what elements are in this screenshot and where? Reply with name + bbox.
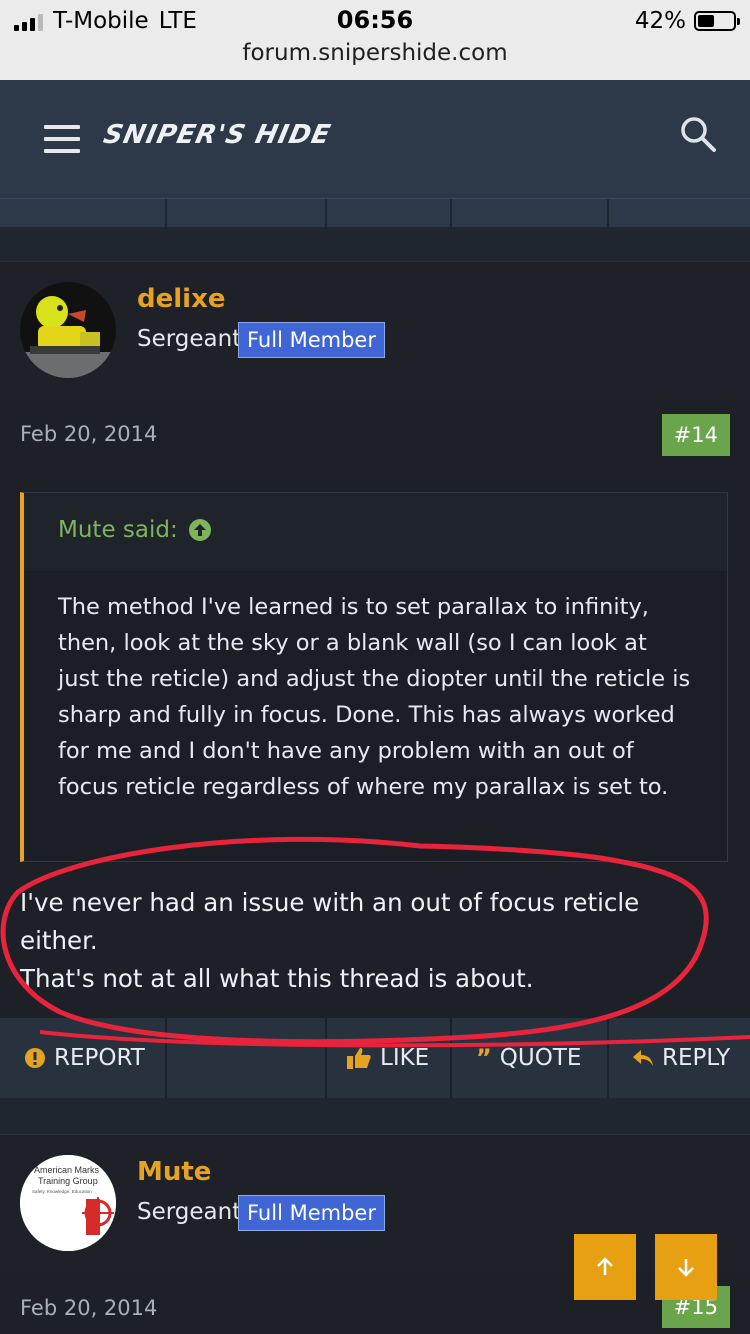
- avatar-logo-text: Training Group: [38, 1176, 98, 1186]
- quote-marks-icon: ”: [476, 1044, 492, 1072]
- hamburger-menu-icon[interactable]: [44, 125, 80, 153]
- quote-button[interactable]: ” QUOTE: [476, 1018, 581, 1098]
- arrow-down-icon: [678, 1259, 694, 1277]
- like-label: LIKE: [380, 1045, 430, 1071]
- post-message-line: That's not at all what this thread is ab…: [20, 964, 534, 993]
- post-separator: [0, 1098, 750, 1134]
- report-button[interactable]: REPORT: [24, 1018, 145, 1098]
- avatar-image: [20, 282, 116, 378]
- user-rank: Sergeant: [137, 1199, 242, 1225]
- member-badge: Full Member: [238, 1195, 385, 1231]
- user-rank: Sergeant: [137, 326, 242, 352]
- status-bar: T-Mobile LTE 06:56 42% forum.snipershide…: [0, 0, 750, 80]
- avatar-image: American Marks Training Group Safety. Kn…: [20, 1155, 116, 1251]
- user-block-pointer: [58, 387, 82, 399]
- reply-button[interactable]: REPLY: [632, 1018, 730, 1098]
- post-date[interactable]: Feb 20, 2014: [20, 1296, 157, 1320]
- quote-text: The method I've learned is to set parall…: [58, 594, 691, 800]
- member-badge: Full Member: [238, 322, 385, 358]
- thumbs-up-icon: [347, 1048, 371, 1069]
- battery-percent: 42%: [634, 8, 686, 34]
- quote-author-link[interactable]: Mute said:: [58, 517, 212, 543]
- avatar-logo-text: American Marks: [34, 1165, 100, 1175]
- post-username[interactable]: delixe: [137, 284, 225, 314]
- search-icon[interactable]: [678, 114, 718, 154]
- like-button[interactable]: LIKE: [346, 1018, 429, 1098]
- address-bar-url[interactable]: forum.snipershide.com: [0, 40, 750, 66]
- post-message-line: I've never had an issue with an out of f…: [20, 888, 640, 955]
- post-user-block: American Marks Training Group Safety. Kn…: [0, 1134, 750, 1274]
- site-logo[interactable]: SNIPER'S HIDE: [101, 120, 334, 150]
- user-block-pointer: [58, 1260, 82, 1272]
- post-date[interactable]: Feb 20, 2014: [20, 422, 157, 446]
- reply-arrow-icon: [633, 1050, 653, 1066]
- avatar[interactable]: American Marks Training Group Safety. Kn…: [20, 1155, 116, 1251]
- quote-block: Mute said: The method I've learned is to…: [20, 492, 728, 862]
- battery-info: 42%: [634, 8, 740, 34]
- arrow-up-icon: [597, 1257, 613, 1275]
- post-message: I've never had an issue with an out of f…: [20, 884, 720, 998]
- post-username[interactable]: Mute: [137, 1157, 211, 1187]
- quote-label: QUOTE: [499, 1045, 582, 1071]
- scroll-to-bottom-button[interactable]: [655, 1234, 717, 1300]
- scroll-to-top-button[interactable]: [574, 1234, 636, 1300]
- reply-label: REPLY: [662, 1045, 731, 1071]
- post-action-bar: REPORT LIKE ” QUOTE REPLY: [0, 1018, 750, 1098]
- quote-author: Mute said:: [58, 517, 178, 543]
- post-user-block: delixe Sergeant Full Member: [0, 261, 750, 401]
- post-separator: [0, 227, 750, 261]
- avatar[interactable]: [20, 282, 116, 378]
- site-header: SNIPER'S HIDE: [0, 80, 750, 198]
- battery-icon: [694, 11, 740, 31]
- quote-header: Mute said:: [24, 493, 727, 571]
- report-label: REPORT: [54, 1045, 145, 1071]
- avatar-logo-text: Safety. Knowledge. Education: [32, 1189, 92, 1194]
- arrow-up-circle-icon[interactable]: [188, 518, 212, 542]
- nav-tab-strip: [0, 198, 750, 227]
- post-number[interactable]: #14: [661, 414, 730, 456]
- warning-icon: [25, 1048, 45, 1068]
